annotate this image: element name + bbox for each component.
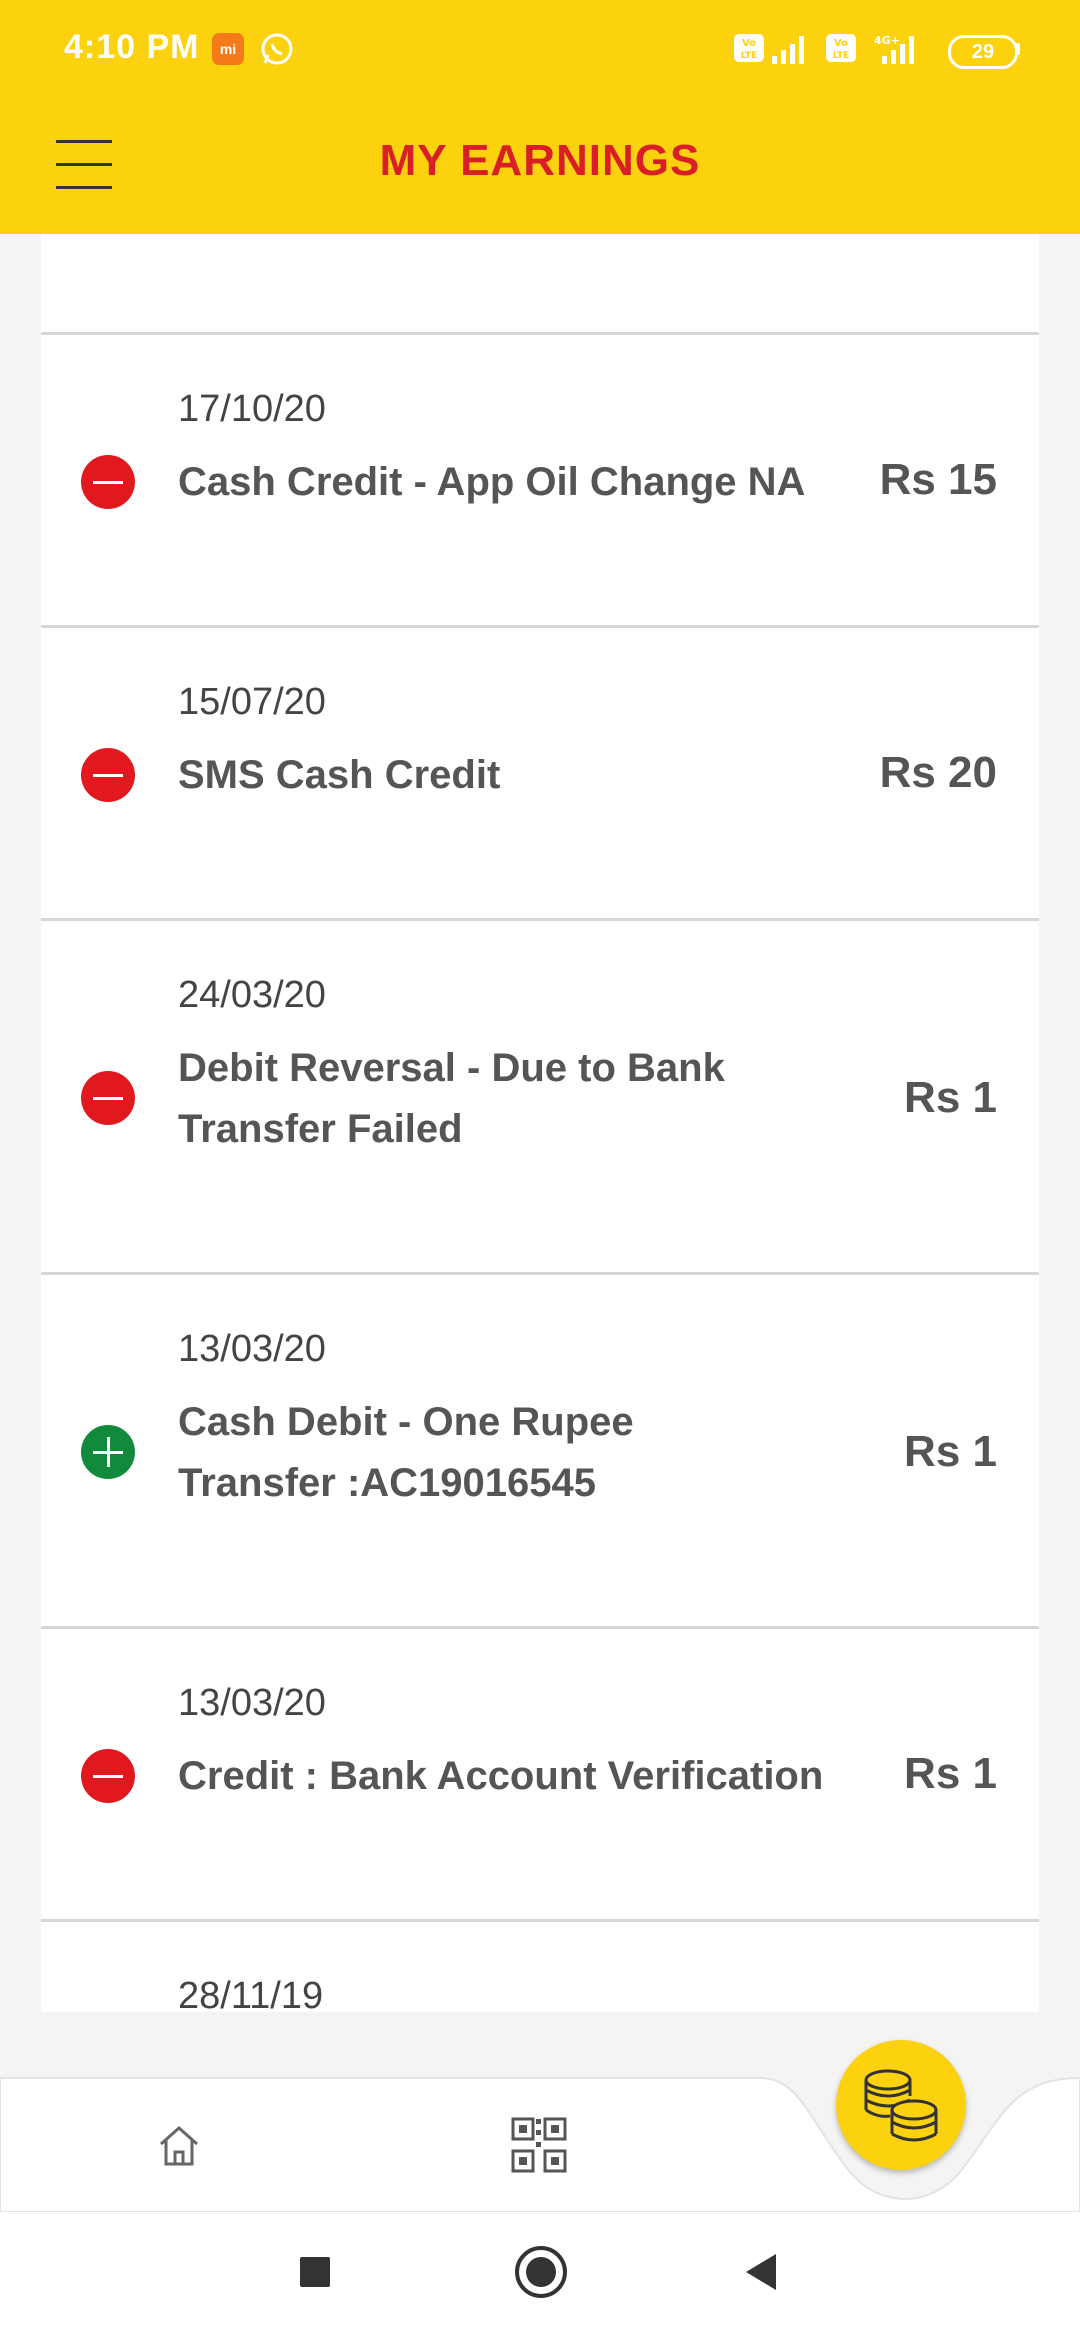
system-navigation-bar [0,2212,1080,2340]
svg-text:LTE: LTE [741,51,758,61]
minus-circle-icon [81,455,135,509]
status-time: 4:10 PM [64,28,200,66]
transaction-row[interactable]: 28/11/19 [41,1922,1039,2012]
transaction-description: Cash Debit - One Rupee Transfer :AC19016… [178,1400,634,1505]
transaction-date: 13/03/20 [178,1682,326,1724]
battery-indicator: 29 [948,35,1018,69]
minus-circle-icon [81,1749,135,1803]
transaction-amount: Rs 15 [879,455,997,504]
home-icon[interactable] [155,2122,203,2170]
svg-text:LTE: LTE [833,51,850,61]
transaction-date: 17/10/20 [178,388,326,430]
svg-text:4G+: 4G+ [874,34,900,47]
transaction-row[interactable]: 17/10/20 Cash Credit - App Oil Change NA… [41,335,1039,628]
top-bar: 4:10 PM mi Vo LTE Vo LTE 4G+ 29 MY EARNI… [0,0,1080,234]
minus-circle-icon [81,748,135,802]
earnings-list[interactable]: 17/10/20 Cash Credit - App Oil Change NA… [41,234,1039,2012]
back-button[interactable] [746,2254,776,2290]
bottom-navigation [0,2012,1080,2212]
transaction-description: Cash Credit - App Oil Change NA [178,460,806,504]
transaction-row[interactable]: 15/07/20 SMS Cash Credit Rs 20 [41,628,1039,921]
coins-icon [864,2069,938,2142]
svg-text:Vo: Vo [834,38,848,49]
transaction-row[interactable]: 24/03/20 Debit Reversal - Due to Bank Tr… [41,921,1039,1275]
plus-circle-icon [81,1425,135,1479]
minus-circle-icon [81,1071,135,1125]
recents-button[interactable] [300,2257,330,2287]
transaction-date: 24/03/20 [178,974,326,1016]
transaction-amount: Rs 1 [904,1749,997,1798]
home-system-button-inner [526,2257,556,2287]
list-item-empty-top [41,234,1039,335]
qr-code-icon[interactable] [510,2116,568,2174]
transaction-date: 13/03/20 [178,1328,326,1370]
signal-4g-icon: Vo LTE 4G+ [826,34,914,64]
battery-tip [1016,43,1020,55]
whatsapp-icon [261,33,293,65]
transaction-amount: Rs 1 [904,1073,997,1122]
transaction-description: Credit : Bank Account Verification [178,1754,824,1798]
transaction-row[interactable]: 13/03/20 Cash Debit - One Rupee Transfer… [41,1275,1039,1629]
signal-icon: Vo LTE [734,34,804,64]
transaction-date: 28/11/19 [178,1975,324,2012]
earnings-fab-button[interactable] [836,2040,966,2170]
transaction-row[interactable]: 13/03/20 Credit : Bank Account Verificat… [41,1629,1039,1922]
transaction-amount: Rs 1 [904,1427,997,1476]
transaction-description: Debit Reversal - Due to Bank Transfer Fa… [178,1046,725,1151]
transaction-description: SMS Cash Credit [178,753,501,797]
app-bar: MY EARNINGS [0,100,1080,234]
page-title: MY EARNINGS [379,136,701,185]
status-bar: 4:10 PM mi Vo LTE Vo LTE 4G+ 29 [0,0,1080,100]
mi-app-icon: mi [212,33,244,65]
transaction-date: 15/07/20 [178,681,326,723]
svg-text:Vo: Vo [742,38,756,49]
transaction-amount: Rs 20 [879,748,997,797]
